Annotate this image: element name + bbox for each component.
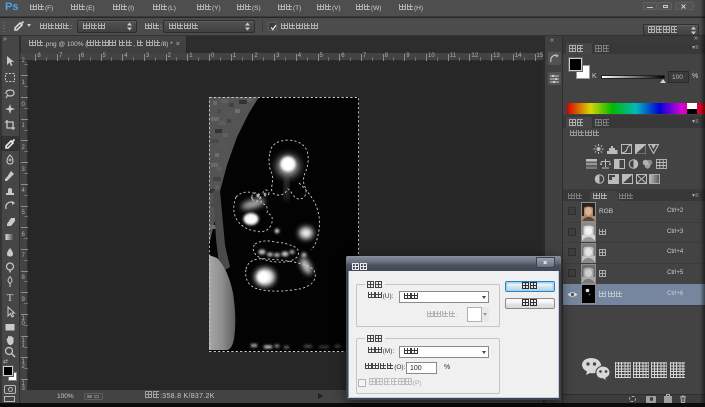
svg-text:T: T [7,292,14,304]
